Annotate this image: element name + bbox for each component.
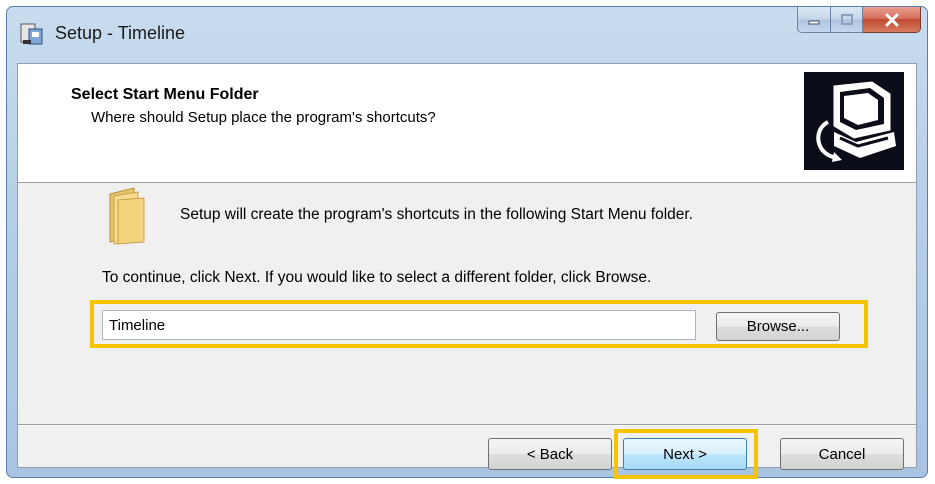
close-button[interactable] <box>863 7 921 33</box>
setup-window: Setup - Timeline Select Start Menu Folde… <box>6 6 928 479</box>
folder-icon <box>109 187 145 245</box>
maximize-icon <box>840 13 853 25</box>
back-button[interactable]: < Back <box>488 438 612 470</box>
continue-instructions: To continue, click Next. If you would li… <box>102 269 652 286</box>
computer-install-icon <box>804 72 904 170</box>
title-bar[interactable]: Setup - Timeline <box>7 7 927 63</box>
page-subtitle: Where should Setup place the program's s… <box>91 109 436 126</box>
wizard-page: Select Start Menu Folder Where should Se… <box>17 63 917 479</box>
footer-separator <box>18 424 916 426</box>
cancel-button[interactable]: Cancel <box>780 438 904 470</box>
window-title: Setup - Timeline <box>55 23 186 43</box>
start-menu-folder-input[interactable] <box>102 310 696 340</box>
close-icon <box>885 13 898 26</box>
intro-text: Setup will create the program's shortcut… <box>180 206 693 223</box>
browse-button[interactable]: Browse... <box>716 312 840 341</box>
setup-app-icon <box>20 23 43 45</box>
minimize-button[interactable] <box>797 7 831 33</box>
caption-buttons <box>797 7 921 35</box>
minimize-icon <box>808 20 820 24</box>
page-title: Select Start Menu Folder <box>71 86 259 103</box>
maximize-button[interactable] <box>831 7 863 33</box>
next-button[interactable]: Next > <box>623 438 747 470</box>
wizard-header: Select Start Menu Folder Where should Se… <box>18 64 916 183</box>
